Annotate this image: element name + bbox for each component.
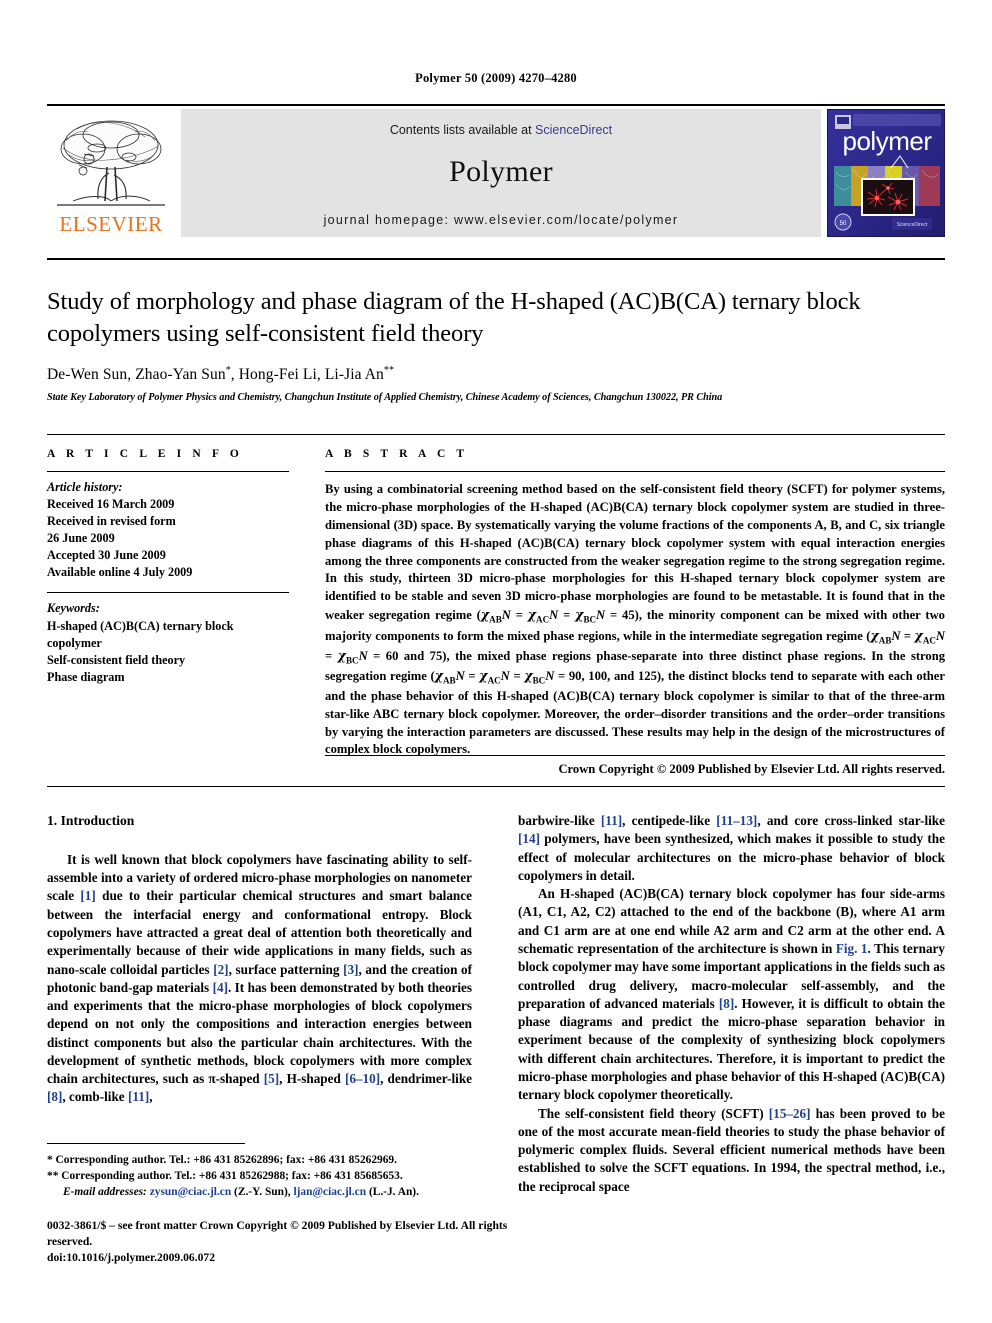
abstract-copyright: Crown Copyright © 2009 Published by Else… xyxy=(558,762,945,777)
abstract-block: A B S T R A C T By using a combinatorial… xyxy=(325,448,945,777)
abstract-section-divider xyxy=(47,434,945,435)
email-addresses-note: E-mail addresses: zysun@ciac.jl.cn (Z.-Y… xyxy=(47,1184,472,1200)
article-info-heading: A R T I C L E I N F O xyxy=(47,448,243,460)
contents-available-line: Contents lists available at ScienceDirec… xyxy=(181,123,821,137)
journal-band: Contents lists available at ScienceDirec… xyxy=(181,109,821,237)
article-history: Article history: Received 16 March 2009 … xyxy=(47,479,289,581)
journal-title: Polymer xyxy=(449,155,553,188)
keyword-item: Self-consistent field theory xyxy=(47,652,186,667)
corresponding-author-note-1: * Corresponding author. Tel.: +86 431 85… xyxy=(47,1154,397,1166)
email-label: E-mail addresses: xyxy=(63,1186,147,1199)
sciencedirect-link[interactable]: ScienceDirect xyxy=(535,123,612,137)
paragraph: It is well known that block copolymers h… xyxy=(47,851,473,1105)
abstract-rule xyxy=(325,471,945,472)
issn-copyright-line: 0032-3861/$ – see front matter Crown Cop… xyxy=(47,1219,508,1248)
keyword-item: H-shaped (AC)B(CA) ternary block xyxy=(47,618,234,633)
history-item: Received in revised form xyxy=(47,514,176,529)
corresponding-author-note-2: ** Corresponding author. Tel.: +86 431 8… xyxy=(47,1170,403,1183)
keyword-item: copolymer xyxy=(47,635,102,650)
email-link-1[interactable]: zysun@ciac.jl.cn xyxy=(150,1186,231,1198)
email-owner-2: (L.-J. An). xyxy=(368,1186,419,1199)
abstract-heading: A B S T R A C T xyxy=(325,448,469,460)
elsevier-logo: ELSEVIER xyxy=(47,109,175,237)
abstract-bottom-divider xyxy=(325,755,945,756)
doi-line: doi:10.1016/j.polymer.2009.06.072 xyxy=(47,1250,216,1264)
running-head: Polymer 50 (2009) 4270–4280 xyxy=(415,71,577,85)
imprint-block: 0032-3861/$ – see front matter Crown Cop… xyxy=(47,1218,517,1266)
affiliation: State Key Laboratory of Polymer Physics … xyxy=(47,392,723,403)
svg-text:50: 50 xyxy=(840,221,847,227)
section-heading-introduction: 1. Introduction xyxy=(47,813,135,828)
journal-article-page: Polymer 50 (2009) 4270–4280 ELSEVIER Con… xyxy=(0,0,992,1323)
header-section-divider xyxy=(47,786,945,787)
page-title: Study of morphology and phase diagram of… xyxy=(47,288,861,347)
paragraph: An H-shaped (AC)B(CA) ternary block copo… xyxy=(518,886,945,1103)
paragraph: barbwire-like [11], centipede-like [11–1… xyxy=(518,813,945,883)
journal-homepage-link[interactable]: journal homepage: www.elsevier.com/locat… xyxy=(181,213,821,227)
keywords-rule xyxy=(47,592,289,594)
footnote-block: * Corresponding author. Tel.: +86 431 85… xyxy=(47,1152,472,1201)
email-owner-1: (Z.-Y. Sun), xyxy=(234,1186,291,1199)
history-item: Accepted 30 June 2009 xyxy=(47,548,166,563)
elsevier-wordmark: ELSEVIER xyxy=(59,212,163,236)
footnote-divider xyxy=(47,1143,245,1144)
author-list: De-Wen Sun, Zhao-Yan Sun*, Hong-Fei Li, … xyxy=(47,365,395,384)
svg-text:polymer: polymer xyxy=(843,126,933,156)
elsevier-tree-icon xyxy=(53,115,169,213)
abstract-text: By using a combinatorial screening metho… xyxy=(325,482,946,757)
journal-cover-thumbnail: 50 polymer ScienceDirect xyxy=(827,109,945,237)
article-info-block: A R T I C L E I N F O Article history: R… xyxy=(47,448,289,686)
introduction-left-column: 1. Introduction It is well known that bl… xyxy=(47,812,472,1107)
article-history-label: Article history: xyxy=(47,480,123,494)
contents-prefix: Contents lists available at xyxy=(389,123,536,137)
svg-text:ScienceDirect: ScienceDirect xyxy=(897,222,928,228)
history-item: Received 16 March 2009 xyxy=(47,497,175,512)
title-divider xyxy=(47,258,945,260)
email-link-2[interactable]: ljan@ciac.jl.cn xyxy=(293,1186,366,1198)
keywords-block: Keywords: H-shaped (AC)B(CA) ternary blo… xyxy=(47,600,289,685)
history-item: Available online 4 July 2009 xyxy=(47,565,193,580)
paragraph: The self-consistent field theory (SCFT) … xyxy=(518,1105,945,1194)
keywords-label: Keywords: xyxy=(47,601,100,616)
article-info-rule xyxy=(47,471,289,472)
introduction-right-column: barbwire-like [11], centipede-like [11–1… xyxy=(518,812,945,1196)
keyword-item: Phase diagram xyxy=(47,669,125,684)
journal-masthead: ELSEVIER Contents lists available at Sci… xyxy=(47,104,945,237)
history-item: 26 June 2009 xyxy=(47,531,115,546)
